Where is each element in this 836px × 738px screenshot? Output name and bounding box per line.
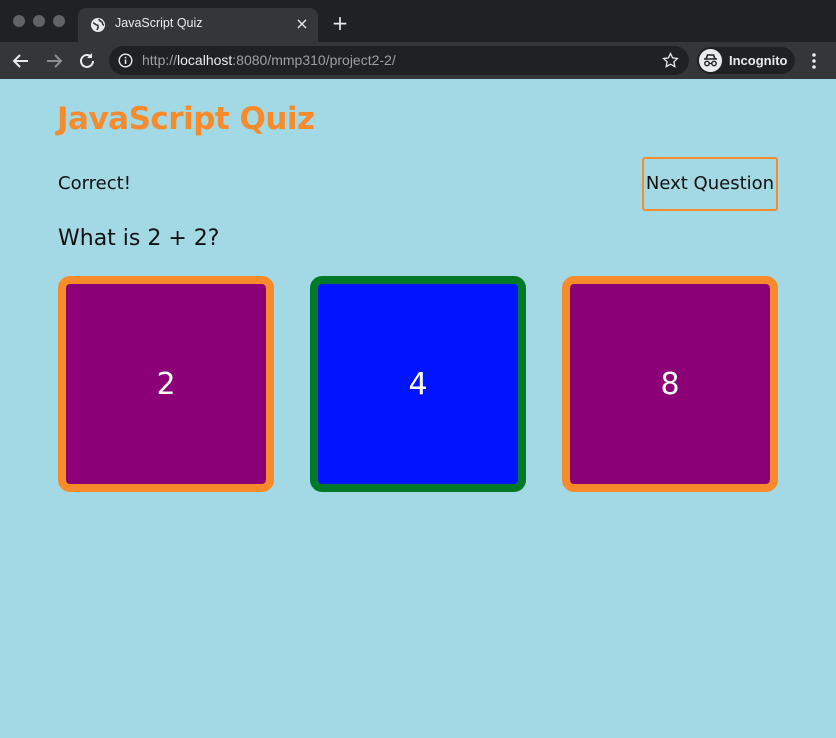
info-icon[interactable] [118,53,133,68]
answer-feedback: Correct! [58,173,131,194]
next-question-button[interactable]: Next Question [642,157,778,211]
tab-strip: JavaScript Quiz × + [0,0,836,42]
globe-icon [91,18,105,32]
incognito-icon [699,49,722,72]
url-path: :8080/mmp310/project2-2/ [232,52,396,68]
browser-tab[interactable]: JavaScript Quiz × [78,8,318,42]
incognito-label: Incognito [729,53,788,68]
answer-label: 4 [408,366,428,402]
question-text: What is 2 + 2? [58,226,220,251]
browser-window: JavaScript Quiz × + http://localhost:808… [0,0,836,738]
page-title: JavaScript Quiz [57,101,315,137]
back-arrow-icon[interactable] [10,50,32,72]
close-icon[interactable]: × [294,16,310,32]
answer-card[interactable]: 8 [562,276,778,492]
url-scheme: http:// [142,52,178,68]
address-bar[interactable]: http://localhost:8080/mmp310/project2-2/ [109,46,689,75]
url-host: localhost [177,52,233,68]
tab-title: JavaScript Quiz [115,16,203,30]
plus-icon[interactable]: + [330,13,350,33]
star-icon[interactable] [662,52,679,69]
reload-icon[interactable] [76,50,98,72]
window-close-dot[interactable] [13,15,25,27]
quiz-page: JavaScript Quiz Correct! Next Question W… [0,79,836,738]
answer-label: 8 [660,366,680,402]
forward-arrow-icon[interactable] [43,50,65,72]
kebab-menu-icon[interactable] [806,51,822,71]
browser-toolbar: http://localhost:8080/mmp310/project2-2/… [0,42,836,79]
answer-label: 2 [156,366,176,402]
window-minimize-dot[interactable] [33,15,45,27]
url-text[interactable]: http://localhost:8080/mmp310/project2-2/ [142,52,396,68]
window-maximize-dot[interactable] [53,15,65,27]
answer-card[interactable]: 2 [58,276,274,492]
incognito-badge[interactable]: Incognito [697,47,795,74]
answer-card[interactable]: 4 [310,276,526,492]
